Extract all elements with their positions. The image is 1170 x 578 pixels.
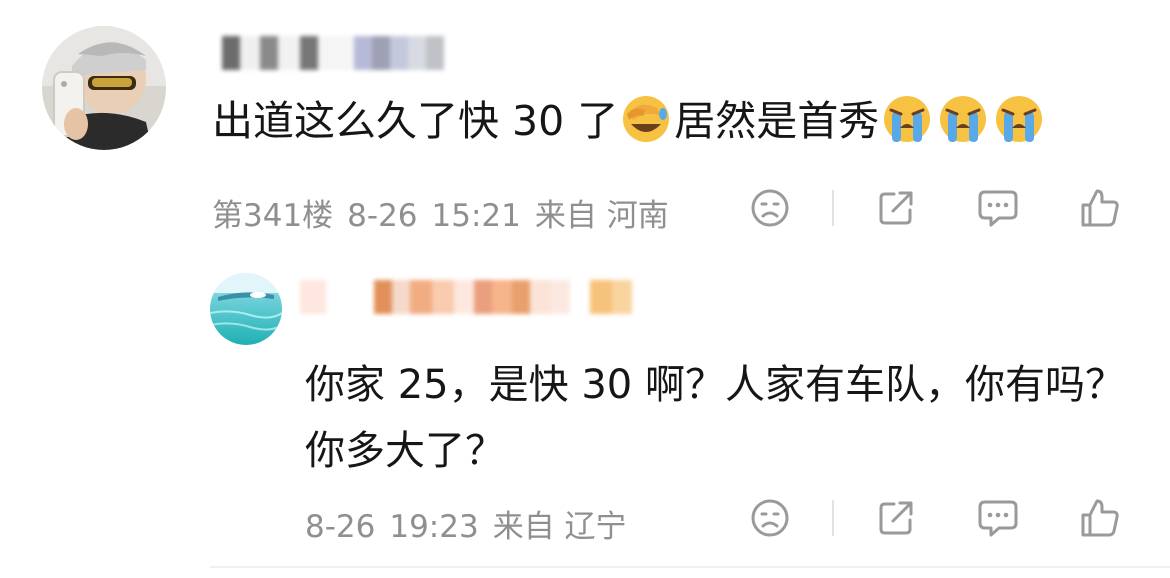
loudly-crying-face-icon [996,96,1043,142]
thumbs-up-icon [1081,189,1119,227]
replier-avatar[interactable] [210,273,282,345]
comment-text-part2: 居然是首秀 [674,97,880,145]
dislike-button[interactable] [746,184,794,232]
reply-button[interactable] [974,184,1022,232]
comment-location: 来自 河南 [534,198,669,234]
thumbs-up-icon [1081,499,1119,537]
comment-time: 15:21 [431,198,521,234]
share-icon [879,501,913,535]
bottom-divider [210,566,1170,568]
replier-name-blurred[interactable] [300,280,632,314]
loudly-crying-face-icon [884,96,931,142]
comment-date: 8-26 [347,198,418,234]
reply-location: 来自 辽宁 [492,509,627,545]
floor-number: 第341楼 [212,198,334,234]
comment-meta: 第341楼 8-26 15:21 来自 河南 [212,190,683,235]
comment-actions [746,184,1124,232]
like-button[interactable] [1076,184,1124,232]
dislike-face-icon [751,499,789,537]
share-icon [879,191,913,225]
reply-bubble-icon [978,500,1018,537]
share-button[interactable] [872,184,920,232]
reply-time: 19:23 [389,509,479,545]
commenter-avatar[interactable] [42,26,166,150]
dislike-button[interactable] [746,494,794,542]
reply-text: 你家 25，是快 30 啊？人家有车队，你有吗？你多大了？ [305,362,1125,474]
share-button[interactable] [872,494,920,542]
action-divider [832,500,834,536]
loudly-crying-face-icon [940,96,987,142]
reply-meta: 8-26 19:23 来自 辽宁 [305,501,641,546]
action-divider [832,190,834,226]
reply-actions [746,494,1124,542]
reply-bubble-icon [978,190,1018,227]
comment-text-part1: 出道这么久了快 30 了 [212,97,619,145]
laughing-cover-eyes-emoji-icon [623,96,670,142]
reply-button[interactable] [974,494,1022,542]
like-button[interactable] [1076,494,1124,542]
commenter-name-blurred[interactable] [222,36,444,70]
dislike-face-icon [751,189,789,227]
comment-text: 出道这么久了快 30 了 居然是首秀 [212,94,1047,144]
reply-date: 8-26 [305,509,376,545]
